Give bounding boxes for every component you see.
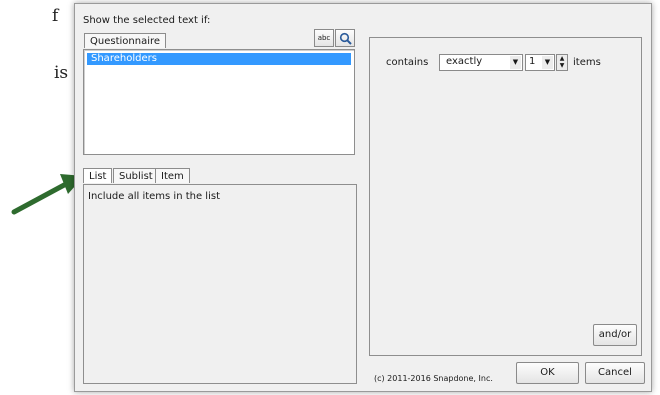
chevron-down-icon: ▼ xyxy=(542,56,553,69)
mode-select[interactable]: exactly ▼ xyxy=(439,54,523,71)
condition-panel: contains exactly ▼ 1 ▼ ▲ ▼ items and/or xyxy=(369,37,642,356)
ok-button[interactable]: OK xyxy=(516,362,579,384)
items-label: items xyxy=(573,57,601,68)
include-all-text: Include all items in the list xyxy=(88,191,220,202)
prompt-label: Show the selected text if: xyxy=(83,15,211,26)
tab-list[interactable]: List xyxy=(83,168,113,183)
count-select[interactable]: 1 ▼ xyxy=(525,54,555,71)
list-item[interactable]: Shareholders xyxy=(87,53,351,65)
spin-up-icon[interactable]: ▲ xyxy=(557,55,567,62)
tab-item[interactable]: Item xyxy=(155,168,190,183)
search-button[interactable] xyxy=(335,29,355,47)
abc-button[interactable]: abc xyxy=(314,29,334,47)
count-value: 1 xyxy=(529,56,536,67)
condition-dialog: Show the selected text if: Questionnaire… xyxy=(74,3,652,392)
chevron-down-icon: ▼ xyxy=(510,56,521,69)
contains-label: contains xyxy=(386,57,429,68)
andor-button[interactable]: and/or xyxy=(593,324,637,346)
background-text-fragment: is xyxy=(54,63,69,83)
tab-sublist[interactable]: Sublist xyxy=(113,168,159,183)
list-options-panel: Include all items in the list xyxy=(83,184,357,384)
count-spinner[interactable]: ▲ ▼ xyxy=(556,54,568,71)
abc-label: abc xyxy=(317,34,331,42)
magnifier-icon xyxy=(339,32,352,45)
tab-questionnaire[interactable]: Questionnaire xyxy=(84,33,167,48)
cancel-button[interactable]: Cancel xyxy=(585,362,645,384)
mode-value: exactly xyxy=(446,56,483,67)
background-text-fragment: f xyxy=(52,6,59,26)
questionnaire-listbox[interactable]: Shareholders xyxy=(83,49,355,155)
copyright-text: (c) 2011-2016 Snapdone, Inc. xyxy=(374,374,493,383)
spin-down-icon[interactable]: ▼ xyxy=(557,62,567,69)
